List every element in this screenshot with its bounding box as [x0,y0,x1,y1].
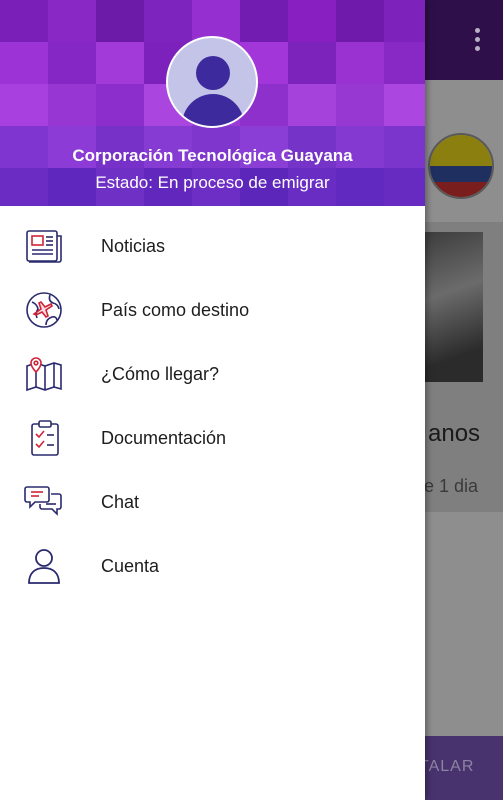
menu-item-chat[interactable]: Chat [0,470,425,534]
globe-plane-icon [24,290,64,330]
menu-item-documentacion[interactable]: Documentación [0,406,425,470]
drawer-menu: Noticias País como destino ¿Cómo llegar?… [0,214,425,598]
migration-status: Estado: En proceso de emigrar [95,173,330,192]
install-button[interactable]: TALAR [419,736,503,800]
chat-bubbles-icon [24,482,64,522]
menu-item-label: Noticias [101,235,166,256]
clipboard-checklist-icon [24,418,64,458]
install-button-label: TALAR [419,758,475,775]
menu-item-label: ¿Cómo llegar? [101,363,220,384]
menu-item-label: Cuenta [101,555,160,576]
country-flag[interactable] [428,133,494,199]
newspaper-icon [24,226,64,266]
news-card-title: anos [428,420,481,447]
drawer-header: Corporación Tecnológica Guayana Estado: … [0,0,425,206]
organization-name: Corporación Tecnológica Guayana [72,146,353,165]
avatar[interactable] [166,36,258,128]
news-card-image [425,232,483,382]
navigation-drawer: Corporación Tecnológica Guayana Estado: … [0,0,425,800]
user-account-icon [24,546,64,586]
menu-item-label: Chat [101,491,140,512]
menu-item-pais-destino[interactable]: País como destino [0,278,425,342]
news-card-time: e 1 dia [424,476,479,496]
menu-item-label: País como destino [101,299,250,320]
menu-item-label: Documentación [101,427,227,448]
map-pin-icon [24,354,64,394]
news-card[interactable] [425,222,503,512]
menu-item-cuenta[interactable]: Cuenta [0,534,425,598]
more-options-icon[interactable] [473,28,481,54]
menu-item-noticias[interactable]: Noticias [0,214,425,278]
menu-item-como-llegar[interactable]: ¿Cómo llegar? [0,342,425,406]
